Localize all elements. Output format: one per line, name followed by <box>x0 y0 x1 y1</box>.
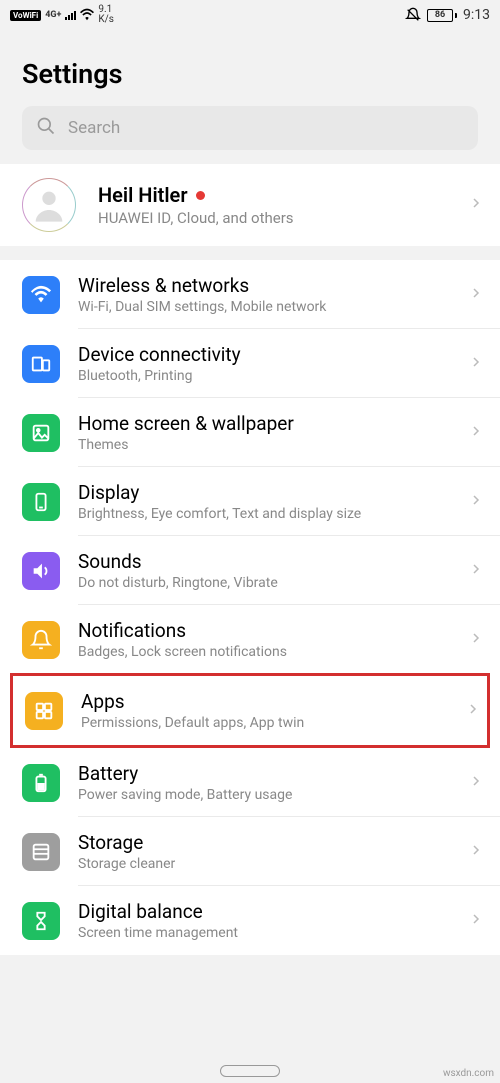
row-sub: Themes <box>78 437 294 453</box>
chevron-right-icon <box>470 909 482 933</box>
row-digital-balance[interactable]: Digital balance Screen time management <box>0 886 500 955</box>
wifi-icon <box>80 8 94 22</box>
row-home-wallpaper[interactable]: Home screen & wallpaper Themes <box>0 398 500 467</box>
chevron-right-icon <box>470 352 482 376</box>
row-apps[interactable]: Apps Permissions, Default apps, App twin <box>13 676 487 745</box>
bell-icon <box>22 621 60 659</box>
nav-handle[interactable] <box>220 1065 280 1077</box>
storage-icon <box>22 833 60 871</box>
row-title: Apps <box>81 690 304 713</box>
row-sub: Do not disturb, Ringtone, Vibrate <box>78 575 278 591</box>
row-sounds[interactable]: Sounds Do not disturb, Ringtone, Vibrate <box>0 536 500 605</box>
chevron-right-icon <box>470 283 482 307</box>
avatar <box>22 178 76 232</box>
row-sub: Bluetooth, Printing <box>78 368 241 384</box>
row-battery[interactable]: Battery Power saving mode, Battery usage <box>0 748 500 817</box>
row-title: Notifications <box>78 619 287 642</box>
vowifi-badge: VoWiFi <box>10 10 41 21</box>
profile-name: Heil Hitler <box>98 183 294 207</box>
chevron-right-icon <box>470 490 482 514</box>
status-bar: VoWiFi 4G+ 9.1 K/s 86 9:13 <box>0 0 500 30</box>
profile-row[interactable]: Heil Hitler HUAWEI ID, Cloud, and others <box>0 164 500 246</box>
chevron-right-icon <box>470 559 482 583</box>
image-icon <box>22 414 60 452</box>
row-wireless-networks[interactable]: Wireless & networks Wi-Fi, Dual SIM sett… <box>0 260 500 329</box>
row-display[interactable]: Display Brightness, Eye comfort, Text an… <box>0 467 500 536</box>
chevron-right-icon <box>467 699 479 723</box>
battery-icon <box>22 764 60 802</box>
search-input[interactable]: Search <box>22 106 478 150</box>
row-title: Home screen & wallpaper <box>78 412 294 435</box>
mute-icon <box>405 7 421 23</box>
hourglass-icon <box>22 902 60 940</box>
row-title: Wireless & networks <box>78 274 326 297</box>
phone-icon <box>22 483 60 521</box>
chevron-right-icon <box>470 840 482 864</box>
chevron-right-icon <box>470 771 482 795</box>
chevron-right-icon <box>470 628 482 652</box>
battery-indicator: 86 <box>427 9 457 22</box>
row-title: Storage <box>78 831 175 854</box>
row-title: Device connectivity <box>78 343 241 366</box>
row-title: Display <box>78 481 361 504</box>
row-sub: Screen time management <box>78 925 238 941</box>
chevron-right-icon <box>470 421 482 445</box>
row-sub: Badges, Lock screen notifications <box>78 644 287 660</box>
apps-grid-icon <box>25 692 63 730</box>
row-device-connectivity[interactable]: Device connectivity Bluetooth, Printing <box>0 329 500 398</box>
speaker-icon <box>22 552 60 590</box>
apps-highlight: Apps Permissions, Default apps, App twin <box>10 673 490 748</box>
search-icon <box>36 116 56 141</box>
signal-bars-icon <box>65 10 76 20</box>
row-title: Digital balance <box>78 900 238 923</box>
network-gen: 4G+ <box>45 10 61 20</box>
watermark: wsxdn.com <box>443 1068 494 1079</box>
row-sub: Storage cleaner <box>78 856 175 872</box>
wifi-square-icon <box>22 276 60 314</box>
row-storage[interactable]: Storage Storage cleaner <box>0 817 500 886</box>
page-title: Settings <box>0 30 500 106</box>
notification-dot-icon <box>196 191 205 200</box>
row-title: Battery <box>78 762 292 785</box>
devices-icon <box>22 345 60 383</box>
data-speed: 9.1 K/s <box>98 5 114 25</box>
clock: 9:13 <box>463 7 490 23</box>
search-placeholder: Search <box>68 118 120 138</box>
row-sub: Wi-Fi, Dual SIM settings, Mobile network <box>78 299 326 315</box>
chevron-right-icon <box>470 193 482 217</box>
row-title: Sounds <box>78 550 278 573</box>
row-sub: Brightness, Eye comfort, Text and displa… <box>78 506 361 522</box>
row-sub: Permissions, Default apps, App twin <box>81 715 304 731</box>
profile-sub: HUAWEI ID, Cloud, and others <box>98 209 294 227</box>
row-notifications[interactable]: Notifications Badges, Lock screen notifi… <box>0 605 500 674</box>
row-sub: Power saving mode, Battery usage <box>78 787 292 803</box>
